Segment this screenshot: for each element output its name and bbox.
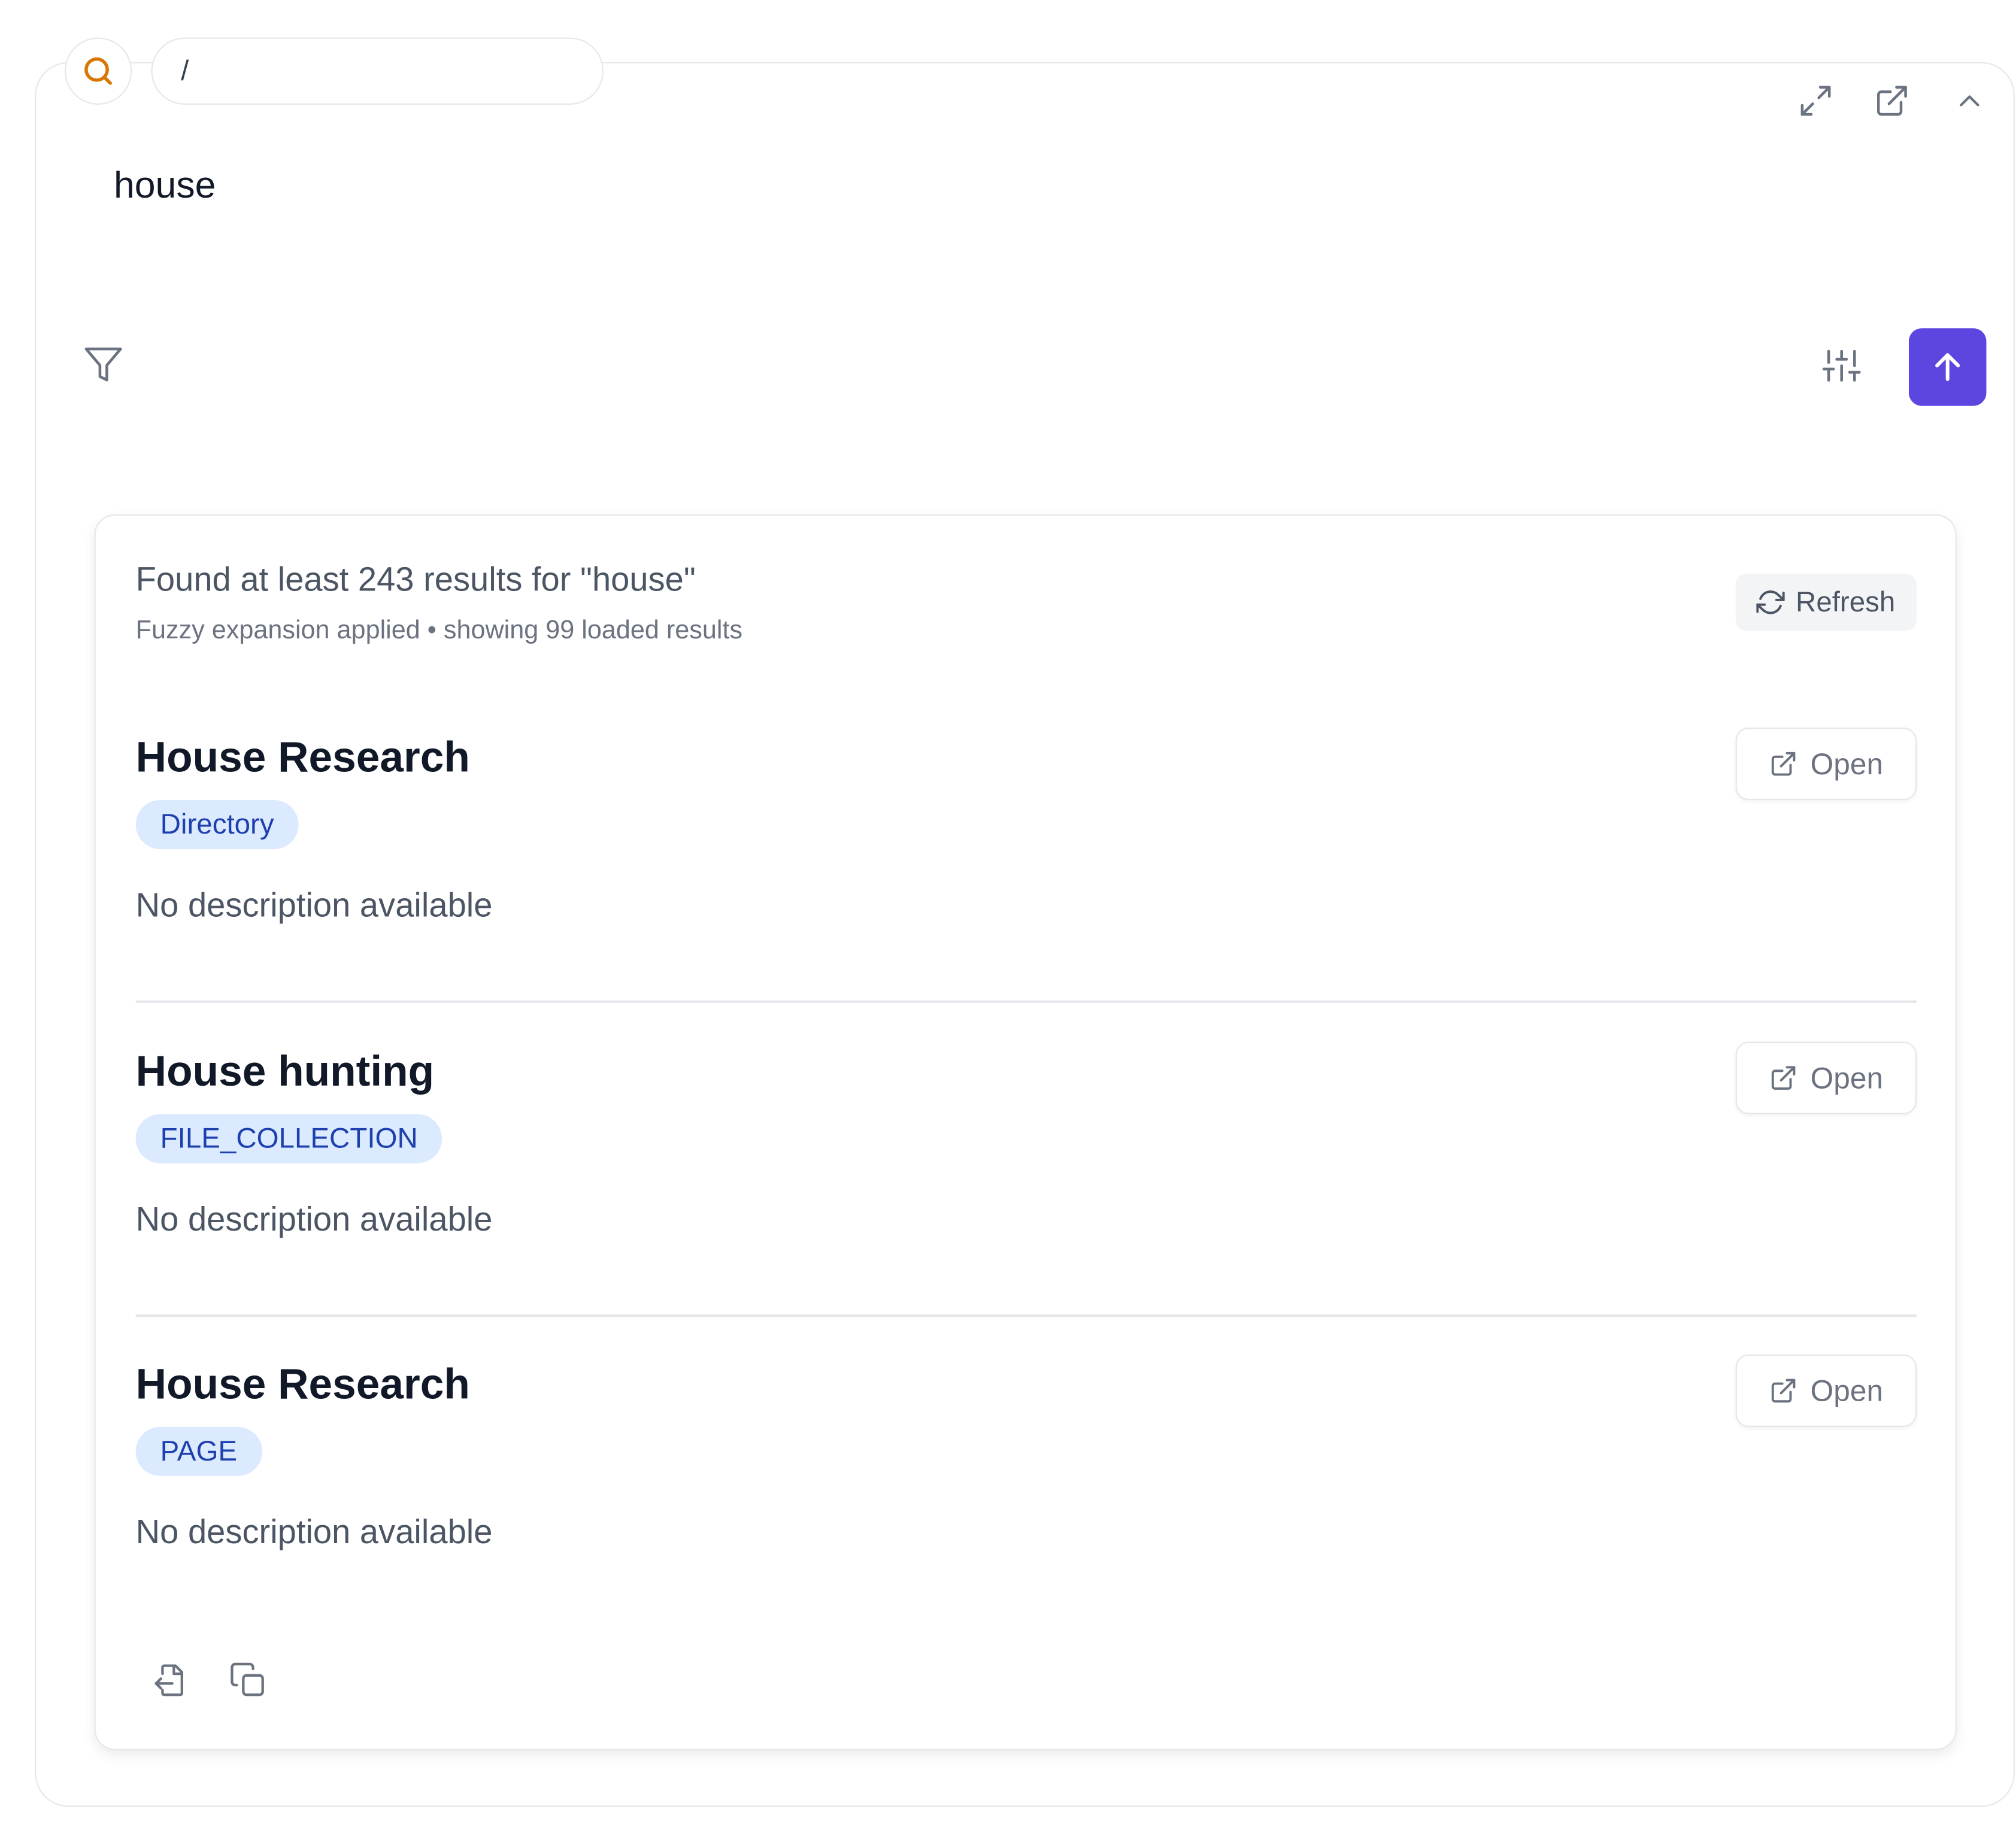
- filter-icon[interactable]: [81, 343, 125, 386]
- copy-icon[interactable]: [226, 1658, 270, 1702]
- result-description: No description available: [135, 1199, 493, 1238]
- result-type-badge: PAGE: [135, 1426, 262, 1476]
- search-button[interactable]: [64, 37, 132, 105]
- export-icon[interactable]: [148, 1658, 192, 1702]
- path-input[interactable]: /: [151, 37, 604, 105]
- result-description: No description available: [135, 1512, 493, 1552]
- result-divider: [135, 1000, 1917, 1003]
- open-button[interactable]: Open: [1735, 728, 1917, 801]
- result-title[interactable]: House Research: [136, 733, 470, 782]
- external-link-icon: [1769, 1064, 1797, 1092]
- refresh-label: Refresh: [1796, 585, 1896, 618]
- result-item: House hunting FILE_COLLECTION No descrip…: [135, 1041, 1917, 1305]
- refresh-button[interactable]: Refresh: [1735, 574, 1917, 631]
- chevron-up-icon[interactable]: [1950, 81, 1989, 120]
- results-subtext: Fuzzy expansion applied • showing 99 loa…: [135, 616, 743, 646]
- result-type-badge: Directory: [135, 800, 299, 850]
- result-type-badge: FILE_COLLECTION: [135, 1114, 442, 1164]
- search-icon: [80, 53, 116, 89]
- open-button[interactable]: Open: [1735, 1355, 1917, 1427]
- external-link-icon: [1769, 1377, 1797, 1405]
- refresh-icon: [1757, 588, 1785, 616]
- external-link-icon: [1769, 750, 1797, 778]
- result-title[interactable]: House Research: [136, 1360, 470, 1409]
- search-widget: / house Found at least 243 results for "…: [0, 0, 2016, 1826]
- expand-icon[interactable]: [1796, 81, 1835, 120]
- query-input[interactable]: house: [114, 165, 216, 208]
- external-link-icon[interactable]: [1873, 81, 1912, 120]
- open-label: Open: [1810, 746, 1884, 780]
- path-input-value: /: [181, 54, 189, 87]
- open-label: Open: [1810, 1373, 1884, 1407]
- result-item: House Research Directory No description …: [135, 728, 1917, 992]
- results-summary: Found at least 243 results for "house": [135, 559, 696, 599]
- result-item: House Research PAGE No description avail…: [135, 1355, 1917, 1619]
- sliders-icon[interactable]: [1820, 344, 1863, 387]
- arrow-up-icon: [1929, 349, 1965, 385]
- open-label: Open: [1810, 1060, 1884, 1095]
- result-title[interactable]: House hunting: [136, 1047, 435, 1096]
- submit-button[interactable]: [1908, 328, 1987, 406]
- result-description: No description available: [135, 885, 493, 925]
- result-divider: [135, 1314, 1917, 1317]
- results-card: Found at least 243 results for "house" F…: [94, 514, 1957, 1750]
- open-button[interactable]: Open: [1735, 1041, 1917, 1114]
